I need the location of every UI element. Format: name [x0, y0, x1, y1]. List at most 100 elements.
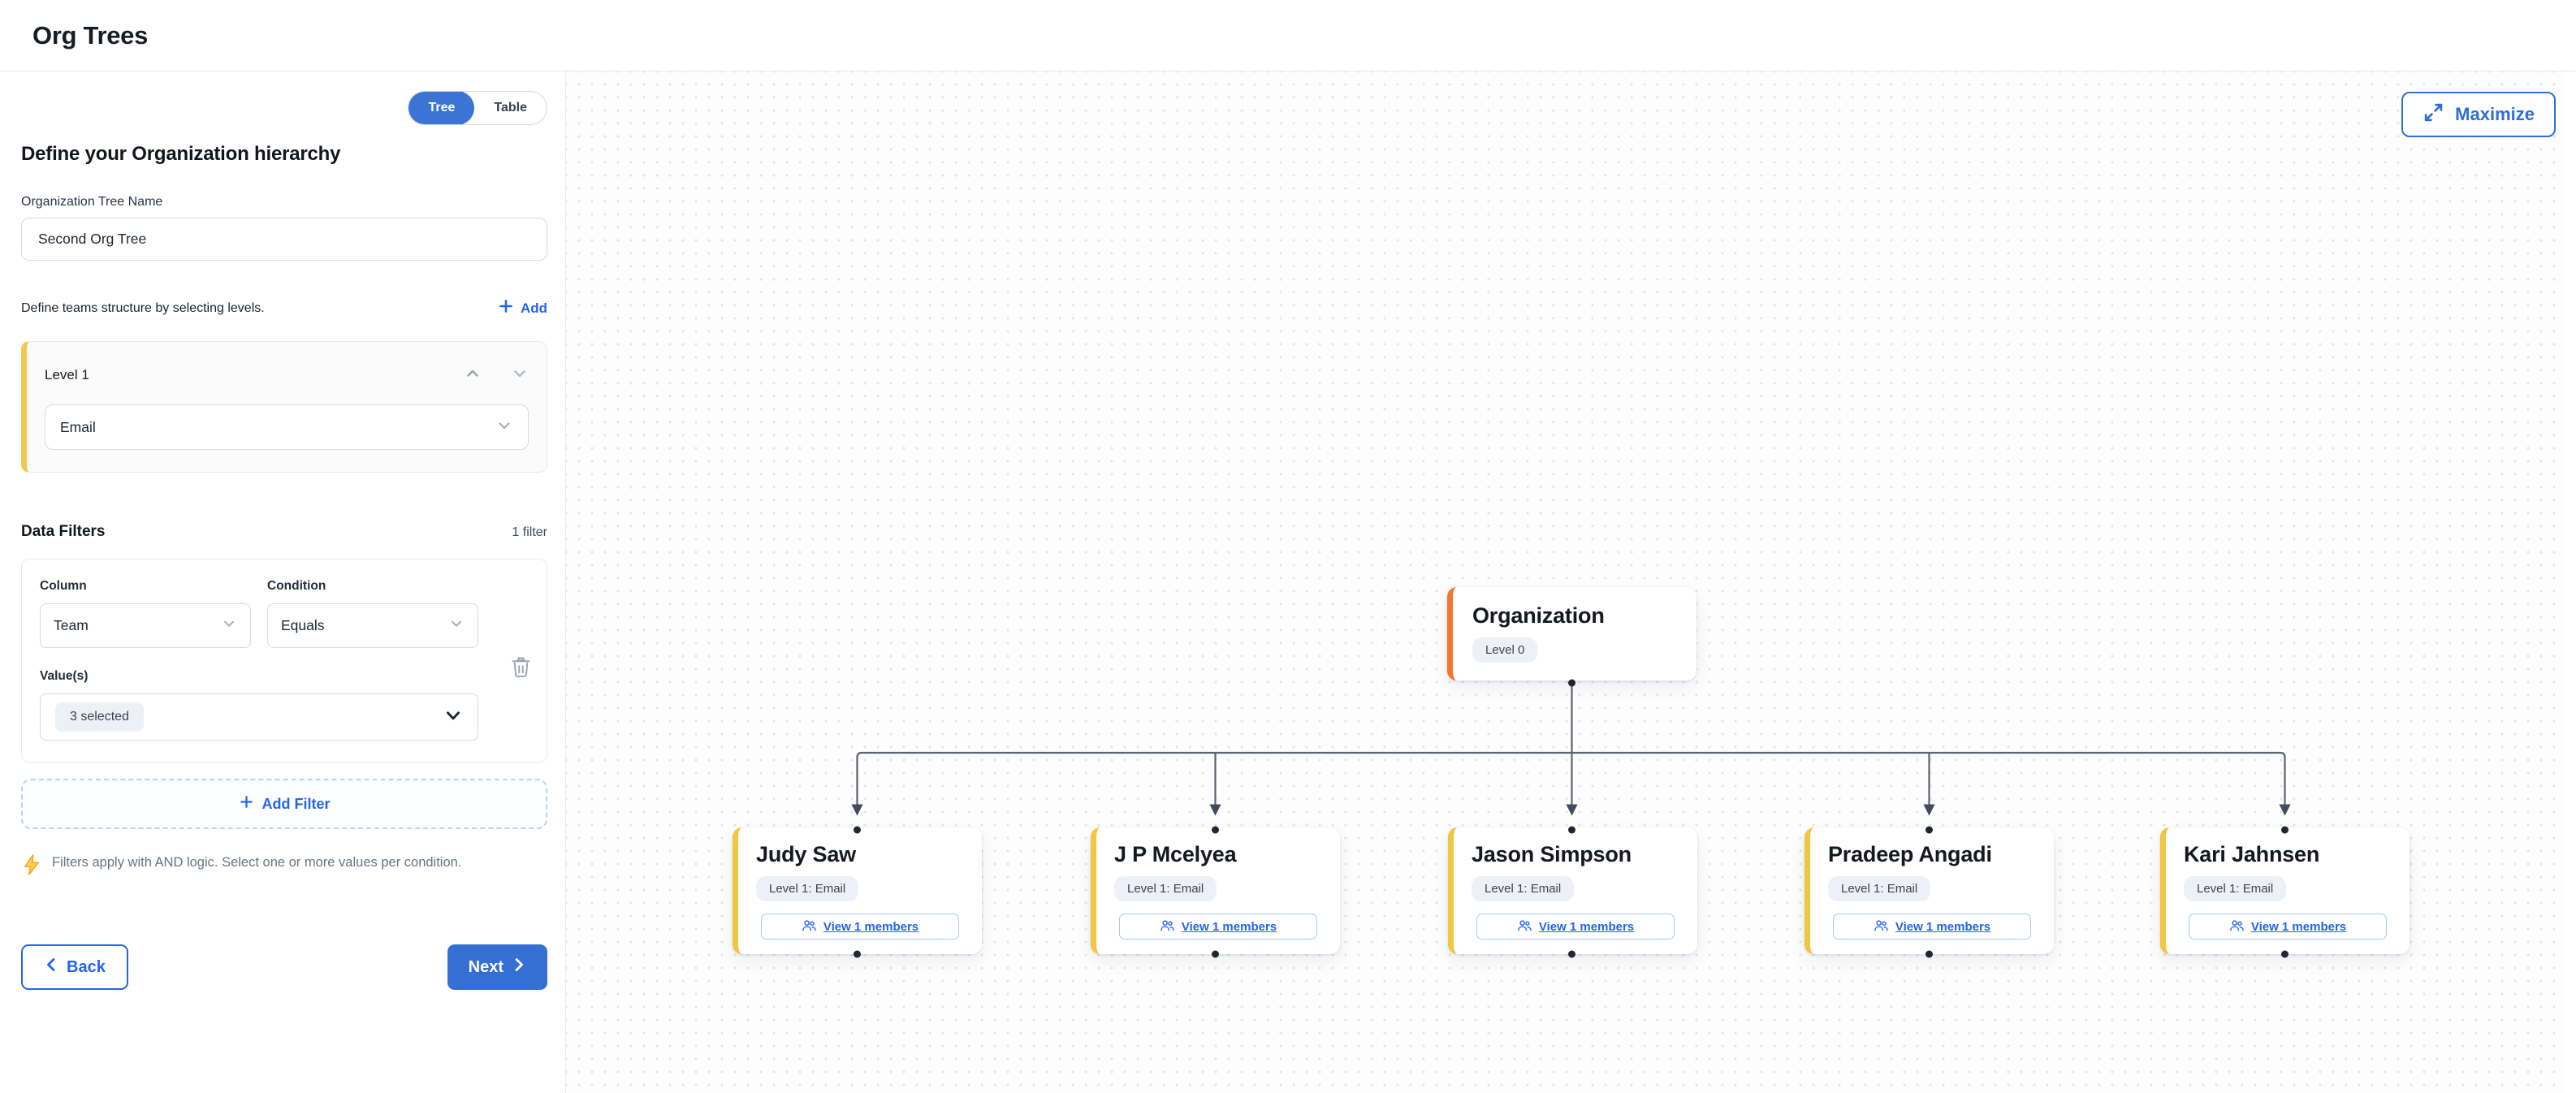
- node-level-badge: Level 1: Email: [2184, 876, 2286, 901]
- add-filter-label: Add Filter: [262, 796, 331, 813]
- filter-count-badge: 1 filter: [512, 525, 547, 540]
- level-column-select[interactable]: Email: [45, 404, 529, 450]
- node-title: Pradeep Angadi: [1828, 842, 2036, 867]
- level-name: Level 1: [45, 367, 89, 383]
- tree-name-input[interactable]: [21, 218, 547, 261]
- move-level-down-button[interactable]: [511, 365, 529, 385]
- org-tree-canvas[interactable]: Maximize Organization Level 0 Judy Saw L…: [566, 71, 2576, 1093]
- level-reorder-controls: [464, 365, 529, 385]
- condition-label: Condition: [267, 579, 478, 594]
- users-icon: [1160, 918, 1175, 935]
- node-level-badge: Level 0: [1472, 637, 1537, 663]
- filter-fields-row: Column Team Condition Equals: [40, 579, 529, 648]
- level-card: Level 1: [21, 341, 547, 473]
- org-node-child[interactable]: Jason Simpson Level 1: Email View 1 memb…: [1448, 827, 1697, 954]
- view-members-label: View 1 members: [1539, 920, 1634, 934]
- org-node-child[interactable]: J P Mcelyea Level 1: Email View 1 member…: [1091, 827, 1340, 954]
- data-filters-title: Data Filters: [21, 523, 105, 541]
- toggle-tree-option[interactable]: Tree: [408, 91, 474, 125]
- view-members-label: View 1 members: [823, 920, 918, 934]
- config-sidebar: Tree Table Define your Organization hier…: [0, 71, 566, 1093]
- maximize-label: Maximize: [2455, 104, 2535, 125]
- move-level-up-button[interactable]: [464, 365, 482, 385]
- panel-heading: Define your Organization hierarchy: [21, 143, 547, 166]
- node-level-badge: Level 1: Email: [756, 876, 858, 901]
- plus-icon: [239, 794, 254, 814]
- view-members-label: View 1 members: [1895, 920, 1990, 934]
- lightning-bolt-icon: [21, 853, 42, 880]
- node-level-badge: Level 1: Email: [1828, 876, 1930, 901]
- node-title: Kari Jahnsen: [2184, 842, 2392, 867]
- chevron-right-icon: [512, 957, 526, 978]
- node-title: Organization: [1472, 603, 1677, 629]
- values-multiselect[interactable]: 3 selected: [40, 693, 478, 741]
- view-members-button[interactable]: View 1 members: [2189, 914, 2387, 940]
- users-icon: [1874, 918, 1889, 935]
- values-label: Value(s): [40, 669, 529, 684]
- chevron-down-icon: [448, 616, 465, 636]
- filters-note-text: Filters apply with AND logic. Select one…: [52, 853, 519, 872]
- view-members-label: View 1 members: [2251, 920, 2346, 934]
- toggle-table-option[interactable]: Table: [474, 91, 547, 125]
- next-label: Next: [469, 958, 504, 977]
- data-filters-header: Data Filters 1 filter: [21, 523, 547, 541]
- page-body: Tree Table Define your Organization hier…: [0, 71, 2576, 1093]
- add-level-button[interactable]: Add: [498, 298, 547, 318]
- tree-table-toggle: Tree Table: [408, 91, 547, 125]
- back-button[interactable]: Back: [21, 944, 128, 990]
- users-icon: [802, 918, 817, 935]
- condition-select[interactable]: Equals: [267, 603, 478, 648]
- level-column-value: Email: [60, 419, 96, 436]
- users-icon: [2229, 918, 2245, 935]
- column-select[interactable]: Team: [40, 603, 251, 648]
- filter-row-card: Column Team Condition Equals: [21, 559, 547, 763]
- node-level-badge: Level 1: Email: [1472, 876, 1574, 901]
- node-title: Jason Simpson: [1472, 842, 1679, 867]
- filter-condition-field: Condition Equals: [267, 579, 478, 648]
- selected-values-chip: 3 selected: [55, 702, 144, 732]
- back-label: Back: [67, 958, 106, 977]
- org-node-child[interactable]: Kari Jahnsen Level 1: Email View 1 membe…: [2160, 827, 2410, 954]
- node-title: J P Mcelyea: [1114, 842, 1322, 867]
- chevron-down-icon: [221, 616, 237, 636]
- chevron-down-icon: [495, 417, 513, 438]
- plus-icon: [498, 298, 514, 318]
- filter-column-field: Column Team: [40, 579, 251, 648]
- page-title: Org Trees: [32, 21, 148, 50]
- org-node-root[interactable]: Organization Level 0: [1447, 587, 1696, 680]
- view-members-label: View 1 members: [1182, 920, 1277, 934]
- view-members-button[interactable]: View 1 members: [1476, 914, 1675, 940]
- column-label: Column: [40, 579, 251, 594]
- levels-hint: Define teams structure by selecting leve…: [21, 301, 265, 316]
- add-filter-button[interactable]: Add Filter: [21, 779, 547, 829]
- view-members-button[interactable]: View 1 members: [1119, 914, 1317, 940]
- next-button[interactable]: Next: [447, 944, 547, 990]
- org-node-child[interactable]: Judy Saw Level 1: Email View 1 members: [733, 827, 982, 954]
- column-select-value: Team: [54, 617, 89, 634]
- org-node-child[interactable]: Pradeep Angadi Level 1: Email View 1 mem…: [1804, 827, 2054, 954]
- levels-row: Define teams structure by selecting leve…: [21, 298, 547, 318]
- filters-note: Filters apply with AND logic. Select one…: [21, 853, 547, 880]
- chevron-down-icon: [511, 365, 529, 385]
- delete-filter-button[interactable]: [510, 655, 532, 681]
- maximize-button[interactable]: Maximize: [2401, 92, 2556, 137]
- tree-name-label: Organization Tree Name: [21, 195, 547, 210]
- chevron-left-icon: [44, 957, 58, 978]
- chevron-down-icon: [443, 706, 463, 729]
- top-bar: Org Trees: [0, 0, 2576, 71]
- org-trees-page: Org Trees Tree Table Define your Organiz…: [0, 0, 2576, 1093]
- node-level-badge: Level 1: Email: [1114, 876, 1217, 901]
- view-toggle-row: Tree Table: [21, 91, 547, 125]
- view-members-button[interactable]: View 1 members: [1833, 914, 2031, 940]
- level-card-header: Level 1: [45, 365, 529, 385]
- condition-select-value: Equals: [281, 617, 325, 634]
- users-icon: [1517, 918, 1532, 935]
- view-members-button[interactable]: View 1 members: [761, 914, 959, 940]
- expand-arrows-icon: [2423, 102, 2444, 128]
- wizard-footer: Back Next: [21, 944, 547, 990]
- chevron-up-icon: [464, 365, 482, 385]
- canvas-right-gutter: [2565, 71, 2576, 1093]
- trash-icon: [510, 655, 532, 681]
- node-title: Judy Saw: [756, 842, 964, 867]
- add-level-label: Add: [521, 300, 547, 317]
